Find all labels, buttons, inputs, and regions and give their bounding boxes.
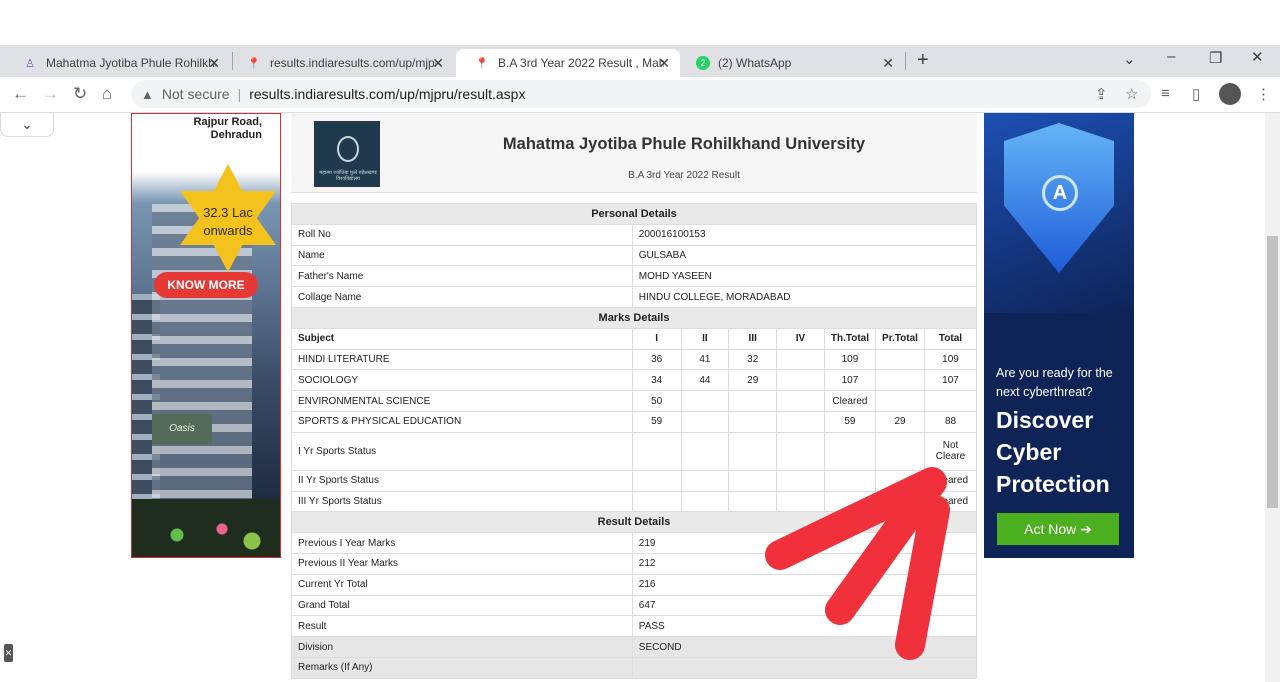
result-row: Current Yr Total 216 — [291, 573, 978, 596]
close-tab-icon[interactable]: ✕ — [432, 55, 444, 72]
result-row: Previous I Year Marks 219 — [291, 532, 978, 554]
tab-ba-result[interactable]: 📍 B.A 3rd Year 2022 Result , Mahat ✕ — [456, 49, 680, 77]
tab-strip: ♙ Mahatma Jyotiba Phule Rohilkha ✕ 📍 res… — [0, 45, 1280, 77]
ad-garden — [132, 499, 280, 557]
university-name: Mahatma Jyotiba Phule Rohilkhand Univers… — [502, 135, 866, 153]
address-bar[interactable]: ▲ Not secure | results.indiaresults.com/… — [131, 80, 1151, 108]
close-window-icon[interactable]: ✕ — [1251, 48, 1264, 66]
reload-icon[interactable]: ↻ — [73, 84, 87, 104]
result-row: Result PASS — [291, 615, 978, 638]
personal-row: Collage Name HINDU COLLEGE, MORADABAD — [291, 286, 978, 308]
tab-search-chevron-icon[interactable]: ⌄ — [1123, 50, 1136, 68]
result-table: Personal Details Roll No 200016100153 Nam… — [291, 203, 978, 679]
left-advertisement[interactable]: Rajpur Road, Dehradun 32.3 Lac onwards K… — [131, 113, 281, 558]
close-tab-icon[interactable]: ✕ — [882, 55, 894, 72]
media-control-icon[interactable]: ≡ — [1161, 85, 1170, 102]
act-now-button[interactable]: Act Now ➔ — [997, 513, 1119, 545]
browser-toolbar: ← → ↻ ⌂ ▲ Not secure | results.indiaresu… — [0, 77, 1280, 113]
marks-row: SPORTS & PHYSICAL EDUCATION 59 59 29 88 — [291, 410, 977, 433]
tab-divider — [232, 52, 233, 70]
marks-row: II Yr Sports Status Cleared — [291, 469, 977, 492]
arrow-right-icon: ➔ — [1080, 521, 1092, 537]
result-details-heading: Result Details — [291, 511, 977, 534]
forward-arrow-icon[interactable]: → — [42, 84, 59, 104]
logo-text: महात्मा ज्योतिबा फुले रुहेलखण्ड विश्वविद… — [319, 170, 377, 182]
acronis-logo-icon: A — [1042, 175, 1078, 211]
url-text[interactable]: results.indiaresults.com/up/mjpru/result… — [249, 86, 525, 102]
menu-kebab-icon[interactable]: ⋮ — [1256, 85, 1271, 103]
personal-row: Roll No 200016100153 — [291, 223, 978, 246]
marks-row: III Yr Sports Status Cleared — [291, 490, 977, 513]
tab-results-url[interactable]: 📍 results.indiaresults.com/up/mjpru ✕ — [228, 49, 454, 77]
ad-sign: Oasis — [152, 414, 212, 444]
personal-row: Name GULSABA — [291, 244, 978, 267]
result-row: Grand Total 647 — [291, 594, 978, 617]
university-logo: महात्मा ज्योतिबा फुले रुहेलखण्ड विश्वविद… — [314, 121, 380, 187]
ad-price-line2: onwards — [203, 223, 253, 238]
tab-whatsapp[interactable]: 2 (2) WhatsApp ✕ — [678, 49, 904, 77]
result-header: महात्मा ज्योतिबा फुले रुहेलखण्ड विश्वविद… — [291, 113, 977, 193]
side-panel-icon[interactable]: ▯ — [1192, 85, 1200, 103]
home-icon[interactable]: ⌂ — [102, 84, 112, 104]
ad-question: Are you ready for the next cyberthreat? — [996, 366, 1113, 399]
share-icon[interactable]: ⇪ — [1095, 85, 1108, 103]
exam-title: B.A 3rd Year 2022 Result — [628, 170, 740, 181]
personal-row: Father's Name MOHD YASEEN — [291, 265, 978, 288]
scrollbar[interactable] — [1265, 113, 1280, 682]
tab-divider — [905, 52, 906, 70]
act-now-label: Act Now — [1024, 521, 1077, 537]
ad-headline: Discover Cyber Protection — [996, 407, 1110, 497]
omnibox-divider: | — [237, 86, 242, 102]
new-tab-icon[interactable]: + — [917, 49, 929, 72]
result-panel: महात्मा ज्योतिबा फुले रुहेलखण्ड विश्वविद… — [291, 113, 978, 679]
marks-row: ENVIRONMENTAL SCIENCE 50 Cleared — [291, 390, 977, 412]
marks-row: HINDI LITERATURE 36 41 32 109 109 — [291, 348, 977, 371]
result-row: Previous II Year Marks 212 — [291, 552, 978, 575]
result-row: Remarks (If Any) — [291, 656, 978, 679]
close-tab-icon[interactable]: ✕ — [208, 55, 220, 72]
tab-university[interactable]: ♙ Mahatma Jyotiba Phule Rohilkha ✕ — [4, 49, 230, 77]
ad-price: 32.3 Lac onwards — [184, 204, 272, 240]
pin-icon: 📍 — [247, 57, 261, 70]
marks-header-row: Subject I II III IV Th.Total Pr.Total To… — [291, 327, 977, 350]
scroll-thumb[interactable] — [1267, 236, 1278, 508]
bookmark-star-icon[interactable]: ☆ — [1125, 85, 1138, 103]
result-row: Division SECOND — [291, 636, 978, 658]
marks-row: SOCIOLOGY 34 44 29 107 107 — [291, 369, 977, 392]
close-tab-icon[interactable]: ✕ — [658, 55, 670, 72]
screen-top-margin — [0, 0, 1280, 45]
profile-avatar[interactable] — [1219, 83, 1241, 105]
collapse-chevron-icon[interactable]: ⌄ — [0, 113, 54, 137]
marks-row: I Yr Sports Status Not Cleare — [291, 431, 977, 471]
marks-details-heading: Marks Details — [291, 306, 977, 329]
maximize-icon[interactable]: ❐ — [1209, 49, 1222, 67]
whatsapp-icon: 2 — [696, 56, 710, 70]
university-icon: ♙ — [25, 57, 35, 70]
emblem-icon — [337, 136, 359, 162]
close-overlay-icon[interactable]: ✕ — [4, 644, 13, 662]
minimize-icon[interactable]: – — [1167, 48, 1175, 65]
back-arrow-icon[interactable]: ← — [12, 84, 29, 104]
personal-details-heading: Personal Details — [291, 203, 977, 225]
know-more-button[interactable]: KNOW MORE — [154, 272, 258, 298]
ad-price-line1: 32.3 Lac — [203, 205, 253, 220]
warning-icon[interactable]: ▲ — [141, 87, 154, 102]
right-advertisement[interactable]: A Are you ready for the next cyberthreat… — [984, 113, 1134, 558]
pin-icon: 📍 — [475, 57, 489, 70]
ad-location: Rajpur Road, Dehradun — [193, 116, 262, 141]
